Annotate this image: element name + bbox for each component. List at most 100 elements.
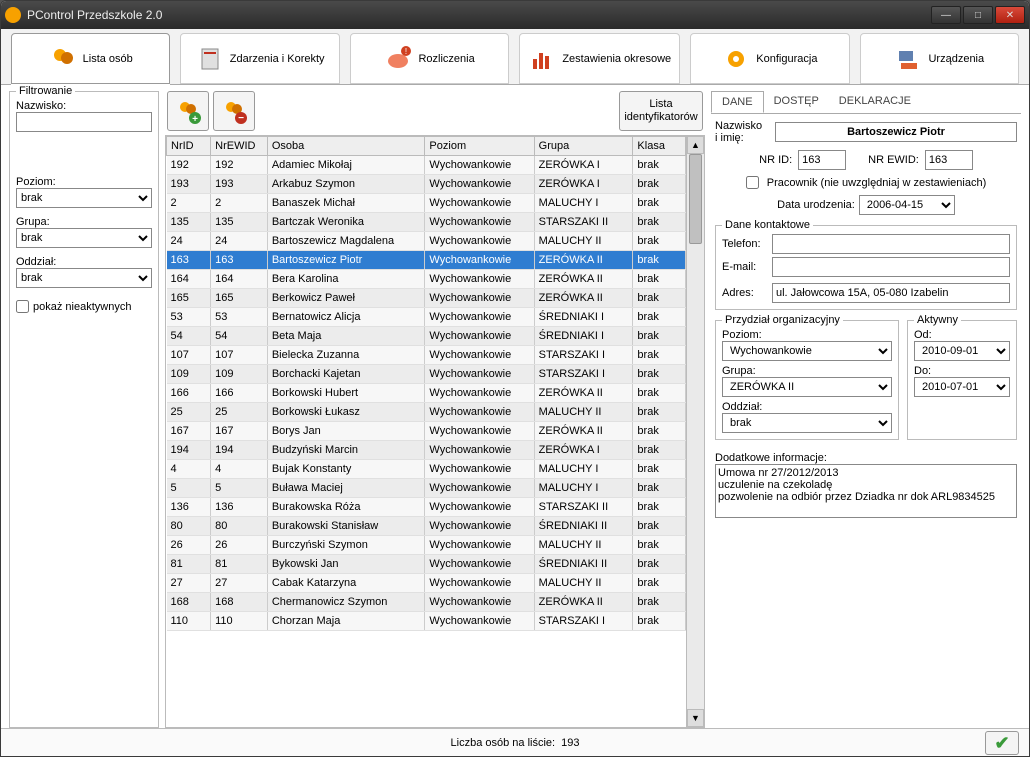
table-row[interactable]: 192192Adamiec MikołajWychowankowieZERÓWK… [167, 156, 686, 175]
col-grupa[interactable]: Grupa [534, 137, 633, 156]
cell-nrewid: 107 [211, 346, 268, 365]
table-row[interactable]: 8181Bykowski JanWychowankowieŚREDNIAKI I… [167, 555, 686, 574]
addinfo-textarea[interactable] [715, 464, 1017, 518]
table-row[interactable]: 44Bujak KonstantyWychowankowieMALUCHY Ib… [167, 460, 686, 479]
table-row[interactable]: 136136Burakowska RóżaWychowankowieSTARSZ… [167, 498, 686, 517]
scroll-down-icon[interactable]: ▼ [687, 709, 704, 727]
cell-nrid: 135 [167, 213, 211, 232]
col-poziom[interactable]: Poziom [425, 137, 534, 156]
col-nrid[interactable]: NrID [167, 137, 211, 156]
email-input[interactable] [772, 257, 1010, 277]
cell-nrid: 192 [167, 156, 211, 175]
toolbar-gear[interactable]: Konfiguracja [690, 33, 849, 84]
org-group-select[interactable]: ZERÓWKA II [722, 377, 892, 397]
table-scrollbar[interactable]: ▲ ▼ [686, 136, 704, 727]
level-select[interactable]: brak [16, 188, 152, 208]
cell-nrewid: 26 [211, 536, 268, 555]
table-row[interactable]: 165165Berkowicz PawełWychowankowieZERÓWK… [167, 289, 686, 308]
table-row[interactable]: 135135Bartczak WeronikaWychowankowieSTAR… [167, 213, 686, 232]
col-nrewid[interactable]: NrEWID [211, 137, 268, 156]
cell-grupa: STARSZAKI II [534, 213, 633, 232]
table-row[interactable]: 2525Borkowski ŁukaszWychowankowieMALUCHY… [167, 403, 686, 422]
phone-input[interactable] [772, 234, 1010, 254]
nrewid-input[interactable] [925, 150, 973, 170]
remove-person-button[interactable]: − [213, 91, 255, 131]
table-row[interactable]: 110110Chorzan MajaWychowankowieSTARSZAKI… [167, 612, 686, 631]
addr-input[interactable] [772, 283, 1010, 303]
active-to-select[interactable]: 2010-07-01 [914, 377, 1010, 397]
table-row[interactable]: 194194Budzyński MarcinWychowankowieZERÓW… [167, 441, 686, 460]
group-select[interactable]: brak [16, 228, 152, 248]
cell-grupa: ŚREDNIAKI I [534, 308, 633, 327]
cell-nrewid: 110 [211, 612, 268, 631]
ok-button[interactable]: ✔ [985, 731, 1019, 755]
active-group: Aktywny Od: 2010-09-01 Do: 2010-07-01 [907, 320, 1017, 440]
table-row[interactable]: 163163Bartoszewicz PiotrWychowankowieZER… [167, 251, 686, 270]
org-branch-select[interactable]: brak [722, 413, 892, 433]
toolbar-events[interactable]: Zdarzenia i Korekty [180, 33, 339, 84]
id-list-label: Lista identyfikatorów [624, 98, 697, 124]
employee-checkbox[interactable] [746, 176, 759, 189]
branch-select[interactable]: brak [16, 268, 152, 288]
table-row[interactable]: 5454Beta MajaWychowankowieŚREDNIAKI Ibra… [167, 327, 686, 346]
table-row[interactable]: 2727Cabak KatarzynaWychowankowieMALUCHY … [167, 574, 686, 593]
tab-dane[interactable]: DANE [711, 91, 764, 113]
nrid-input[interactable] [798, 150, 846, 170]
col-klasa[interactable]: Klasa [633, 137, 686, 156]
table-row[interactable]: 8080Burakowski StanisławWychowankowieŚRE… [167, 517, 686, 536]
scroll-up-icon[interactable]: ▲ [687, 136, 704, 154]
id-list-button[interactable]: Lista identyfikatorów [619, 91, 703, 131]
cell-klasa: brak [633, 612, 686, 631]
table-row[interactable]: 55Buława MaciejWychowankowieMALUCHY Ibra… [167, 479, 686, 498]
org-level-select[interactable]: Wychowankowie [722, 341, 892, 361]
table-row[interactable]: 193193Arkabuz SzymonWychowankowieZERÓWKA… [167, 175, 686, 194]
maximize-button[interactable]: □ [963, 6, 993, 24]
cell-klasa: brak [633, 251, 686, 270]
toolbar-people[interactable]: Lista osób [11, 33, 170, 84]
active-from-select[interactable]: 2010-09-01 [914, 341, 1010, 361]
table-row[interactable]: 164164Bera KarolinaWychowankowieZERÓWKA … [167, 270, 686, 289]
show-inactive-checkbox[interactable] [16, 300, 29, 313]
toolbar-chart[interactable]: Zestawienia okresowe [519, 33, 680, 84]
birth-select[interactable]: 2006-04-15 [859, 195, 955, 215]
table-row[interactable]: 109109Borchacki KajetanWychowankowieSTAR… [167, 365, 686, 384]
cell-klasa: brak [633, 175, 686, 194]
toolbar-device[interactable]: Urządzenia [860, 33, 1019, 84]
table-row[interactable]: 22Banaszek MichałWychowankowieMALUCHY Ib… [167, 194, 686, 213]
level-label: Poziom: [16, 176, 152, 188]
people-table[interactable]: NrIDNrEWIDOsobaPoziomGrupaKlasa 192192Ad… [166, 136, 686, 631]
cell-osoba: Chorzan Maja [267, 612, 425, 631]
cell-osoba: Buława Maciej [267, 479, 425, 498]
cell-poziom: Wychowankowie [425, 289, 534, 308]
cell-nrid: 80 [167, 517, 211, 536]
table-row[interactable]: 167167Borys JanWychowankowieZERÓWKA IIbr… [167, 422, 686, 441]
cell-poziom: Wychowankowie [425, 232, 534, 251]
add-person-button[interactable]: + [167, 91, 209, 131]
cell-nrewid: 163 [211, 251, 268, 270]
cell-poziom: Wychowankowie [425, 194, 534, 213]
table-row[interactable]: 107107Bielecka ZuzannaWychowankowieSTARS… [167, 346, 686, 365]
toolbar-label: Urządzenia [928, 53, 984, 65]
tab-dostęp[interactable]: DOSTĘP [764, 91, 829, 113]
cell-grupa: ZERÓWKA II [534, 251, 633, 270]
table-row[interactable]: 5353Bernatowicz AlicjaWychowankowieŚREDN… [167, 308, 686, 327]
cell-grupa: ŚREDNIAKI I [534, 327, 633, 346]
minimize-button[interactable]: — [931, 6, 961, 24]
cell-nrid: 53 [167, 308, 211, 327]
scroll-thumb[interactable] [689, 154, 702, 244]
table-row[interactable]: 168168Chermanowicz SzymonWychowankowieZE… [167, 593, 686, 612]
col-osoba[interactable]: Osoba [267, 137, 425, 156]
name-input[interactable] [775, 122, 1017, 142]
table-row[interactable]: 2424Bartoszewicz MagdalenaWychowankowieM… [167, 232, 686, 251]
toolbar-piggy[interactable]: !Rozliczenia [350, 33, 509, 84]
nrewid-label: NR EWID: [868, 154, 919, 166]
close-button[interactable]: ✕ [995, 6, 1025, 24]
table-row[interactable]: 166166Borkowski HubertWychowankowieZERÓW… [167, 384, 686, 403]
cell-poziom: Wychowankowie [425, 536, 534, 555]
cell-osoba: Bartoszewicz Piotr [267, 251, 425, 270]
cell-nrewid: 164 [211, 270, 268, 289]
tab-deklaracje[interactable]: DEKLARACJE [829, 91, 921, 113]
org-level-label: Poziom: [722, 329, 892, 341]
lastname-input[interactable] [16, 112, 152, 132]
table-row[interactable]: 2626Burczyński SzymonWychowankowieMALUCH… [167, 536, 686, 555]
